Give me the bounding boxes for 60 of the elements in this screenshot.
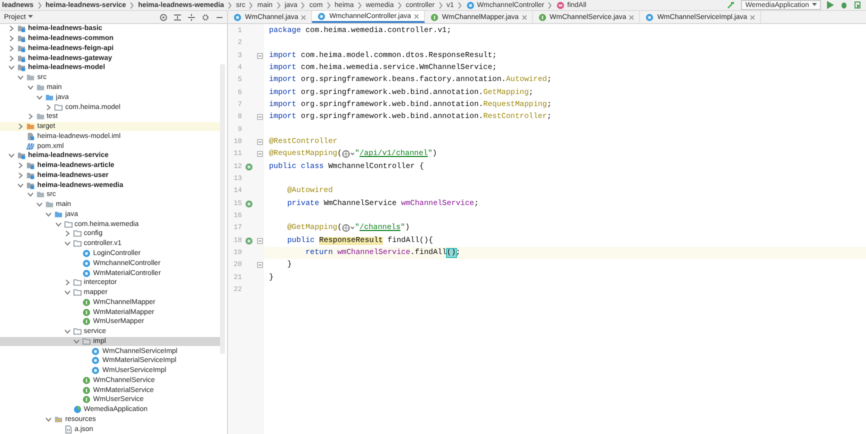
chevron-icon — [458, 2, 462, 8]
module-folder-icon — [17, 63, 26, 72]
app-class-icon — [72, 405, 82, 414]
module-folder-icon — [17, 44, 26, 53]
module-folder-icon — [17, 34, 26, 44]
package-icon — [54, 102, 64, 112]
chevron-icon — [130, 2, 134, 8]
web-link-icon[interactable] — [342, 150, 355, 158]
chevron-icon — [398, 2, 402, 8]
chevron-icon — [438, 2, 443, 8]
close-icon[interactable] — [750, 14, 756, 20]
chevron-icon — [249, 2, 254, 8]
target-icon[interactable] — [160, 14, 167, 20]
module-folder-icon — [17, 24, 26, 34]
bean-icon[interactable] — [245, 236, 253, 245]
chevron-icon — [276, 2, 281, 8]
interface-icon — [82, 298, 92, 307]
maven-icon — [26, 142, 36, 151]
bean-icon[interactable] — [245, 200, 253, 208]
fold-icon[interactable] — [257, 238, 263, 244]
interface-icon — [82, 317, 92, 326]
chevron-icon — [38, 2, 42, 8]
file-icon — [26, 132, 36, 141]
interface-icon — [82, 395, 92, 404]
fold-icon[interactable] — [257, 139, 263, 146]
collapse-all-icon[interactable] — [174, 14, 181, 20]
hammer-icon[interactable] — [727, 1, 736, 9]
chevron-icon — [301, 2, 306, 8]
chevron-icon — [358, 2, 362, 8]
json-file-icon — [64, 424, 72, 434]
bean-icon[interactable] — [245, 162, 253, 171]
coverage-icon[interactable] — [854, 1, 862, 9]
close-icon[interactable] — [301, 14, 306, 20]
class-icon — [317, 12, 326, 20]
fold-icon[interactable] — [257, 114, 263, 120]
caret-icon — [28, 15, 33, 19]
scrollbar[interactable] — [220, 64, 225, 354]
module-folder-icon — [26, 161, 36, 170]
settings-icon[interactable] — [202, 14, 209, 20]
interface-icon — [82, 308, 92, 317]
fold-icon[interactable] — [257, 52, 263, 59]
close-icon[interactable] — [414, 14, 420, 18]
web-link-icon[interactable] — [342, 224, 355, 232]
interface-icon — [82, 386, 92, 395]
chevron-icon — [326, 2, 331, 8]
close-icon[interactable] — [629, 14, 634, 20]
expand-all-icon[interactable] — [188, 14, 195, 20]
resources-folder-icon — [54, 415, 64, 424]
fold-icon[interactable] — [257, 262, 263, 268]
caret-icon — [812, 3, 817, 7]
chevron-icon — [228, 2, 232, 8]
module-folder-icon — [17, 151, 26, 160]
module-folder-icon — [26, 170, 36, 180]
module-folder-icon — [26, 180, 36, 190]
fold-icon[interactable] — [257, 151, 263, 158]
run-icon[interactable] — [827, 1, 834, 9]
module-folder-icon — [17, 54, 26, 63]
interface-icon — [82, 376, 92, 385]
chevron-icon — [548, 2, 552, 8]
close-icon[interactable] — [522, 14, 527, 20]
